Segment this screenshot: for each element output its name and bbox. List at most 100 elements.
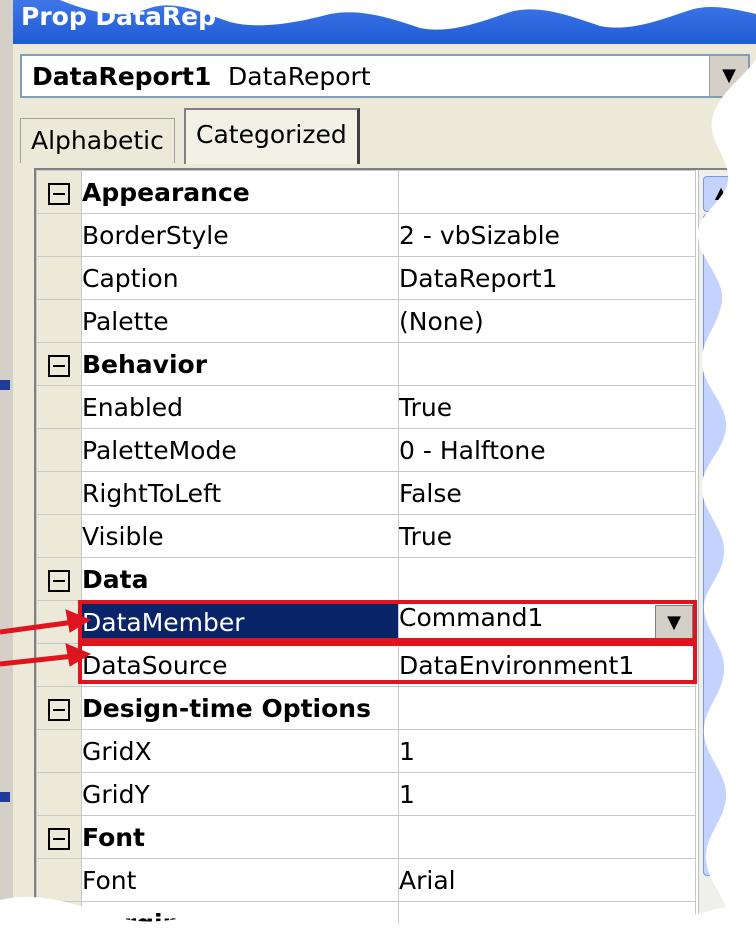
category-value-cell — [398, 342, 696, 386]
category-value-cell — [398, 815, 696, 859]
chevron-up-icon[interactable]: ▲ — [703, 176, 739, 212]
property-value[interactable]: 1 — [398, 772, 696, 816]
category-row[interactable]: Appearance — [36, 170, 696, 214]
property-value[interactable]: True — [398, 514, 696, 558]
property-value[interactable]: 0 - Halftone — [398, 428, 696, 472]
property-value[interactable]: (None) — [398, 299, 696, 343]
property-name[interactable]: Enabled — [81, 385, 399, 429]
indent-cell — [36, 643, 82, 687]
object-type: DataReport — [228, 62, 371, 91]
indent-cell — [36, 600, 82, 644]
minus-box-icon[interactable] — [48, 354, 70, 377]
property-value-text: 0 - Halftone — [399, 435, 546, 465]
property-row[interactable]: Visible True — [36, 514, 696, 558]
property-row[interactable]: BorderStyle 2 - vbSizable — [36, 213, 696, 257]
property-row[interactable]: GridX 1 — [36, 729, 696, 773]
expander-cell[interactable] — [36, 686, 82, 730]
title-bar: Prop DataRep — [13, 0, 756, 44]
window-title: Prop DataRep — [21, 2, 216, 31]
indent-cell — [36, 858, 82, 902]
expander-cell[interactable] — [36, 901, 82, 942]
property-value-text: DataReport1 — [399, 263, 558, 293]
left-window-edge — [0, 0, 13, 944]
edge-marker — [0, 792, 10, 802]
expander-cell[interactable] — [36, 342, 82, 386]
highlight-datamember — [78, 600, 697, 642]
property-row[interactable]: GridY 1 — [36, 772, 696, 816]
category-row[interactable]: Data — [36, 557, 696, 601]
property-value-text: True — [399, 392, 453, 422]
minus-box-icon[interactable] — [48, 827, 70, 850]
edge-marker — [0, 380, 10, 390]
property-name[interactable]: RightToLeft — [81, 471, 399, 515]
indent-cell — [36, 471, 82, 515]
category-row[interactable]: Design-time Options — [36, 686, 696, 730]
property-value-text: 1 — [399, 736, 415, 766]
tab-alphabetic[interactable]: Alphabetic — [20, 118, 175, 163]
grip-icon: ≡ — [714, 497, 730, 518]
indent-cell — [36, 729, 82, 773]
property-name[interactable]: BorderStyle — [81, 213, 399, 257]
tab-categorized[interactable]: Categorized — [184, 108, 360, 164]
property-row[interactable]: Caption DataReport1 — [36, 256, 696, 300]
minus-box-icon[interactable] — [48, 913, 70, 936]
property-name[interactable]: Font — [81, 858, 399, 902]
property-value[interactable]: DataReport1 — [398, 256, 696, 300]
property-row[interactable]: Font Arial — [36, 858, 696, 902]
property-value[interactable]: Arial — [398, 858, 696, 902]
category-name: Font — [81, 815, 399, 859]
expander-cell[interactable] — [36, 815, 82, 859]
property-value-text: True — [399, 521, 453, 551]
property-name[interactable]: Visible — [81, 514, 399, 558]
property-row[interactable]: PaletteMode 0 - Halftone — [36, 428, 696, 472]
properties-window: Prop DataRep DataReport1 DataReport ▼ Al… — [0, 0, 756, 944]
indent-cell — [36, 213, 82, 257]
property-value-text: False — [399, 478, 462, 508]
category-value-cell — [398, 686, 696, 730]
property-row[interactable]: Enabled True — [36, 385, 696, 429]
property-name[interactable]: GridX — [81, 729, 399, 773]
property-value[interactable]: 2 - vbSizable — [398, 213, 696, 257]
minus-box-icon[interactable] — [48, 698, 70, 721]
category-value-cell — [398, 170, 696, 214]
category-value-cell — [398, 557, 696, 601]
category-row[interactable]: Behavior — [36, 342, 696, 386]
property-row[interactable]: RightToLeft False — [36, 471, 696, 515]
property-table: Appearance BorderStyle 2 - vbSizable Captio… — [36, 170, 696, 942]
property-name[interactable]: Palette — [81, 299, 399, 343]
property-value[interactable]: False — [398, 471, 696, 515]
property-row[interactable]: Palette (None) — [36, 299, 696, 343]
category-value-cell — [398, 901, 696, 942]
vertical-scrollbar[interactable]: ▲ ≡ — [698, 170, 743, 944]
property-value[interactable]: 1 — [398, 729, 696, 773]
property-value-text: 1 — [399, 779, 415, 809]
tab-strip: Alphabetic Categorized — [20, 108, 750, 164]
object-name: DataReport1 — [32, 62, 212, 91]
minus-box-icon[interactable] — [48, 569, 70, 592]
property-name[interactable]: PaletteMode — [81, 428, 399, 472]
object-selector[interactable]: DataReport1 DataReport ▼ — [20, 54, 750, 98]
category-row[interactable]: Margins — [36, 901, 696, 942]
property-grid: Appearance BorderStyle 2 - vbSizable Captio… — [34, 168, 742, 944]
indent-cell — [36, 256, 82, 300]
indent-cell — [36, 385, 82, 429]
indent-cell — [36, 299, 82, 343]
expander-cell[interactable] — [36, 170, 82, 214]
property-name[interactable]: Caption — [81, 256, 399, 300]
category-name: Design-time Options — [81, 686, 399, 730]
minus-box-icon[interactable] — [48, 182, 70, 205]
scroll-thumb[interactable]: ≡ — [703, 214, 739, 876]
category-row[interactable]: Font — [36, 815, 696, 859]
chevron-down-icon[interactable]: ▼ — [709, 56, 748, 96]
category-name: Behavior — [81, 342, 399, 386]
property-name[interactable]: GridY — [81, 772, 399, 816]
property-value[interactable]: True — [398, 385, 696, 429]
highlight-datasource — [78, 642, 697, 684]
expander-cell[interactable] — [36, 557, 82, 601]
indent-cell — [36, 428, 82, 472]
property-value-text: Arial — [399, 865, 456, 895]
indent-cell — [36, 772, 82, 816]
property-value-text: 2 - vbSizable — [399, 220, 560, 250]
category-name: Data — [81, 557, 399, 601]
indent-cell — [36, 514, 82, 558]
